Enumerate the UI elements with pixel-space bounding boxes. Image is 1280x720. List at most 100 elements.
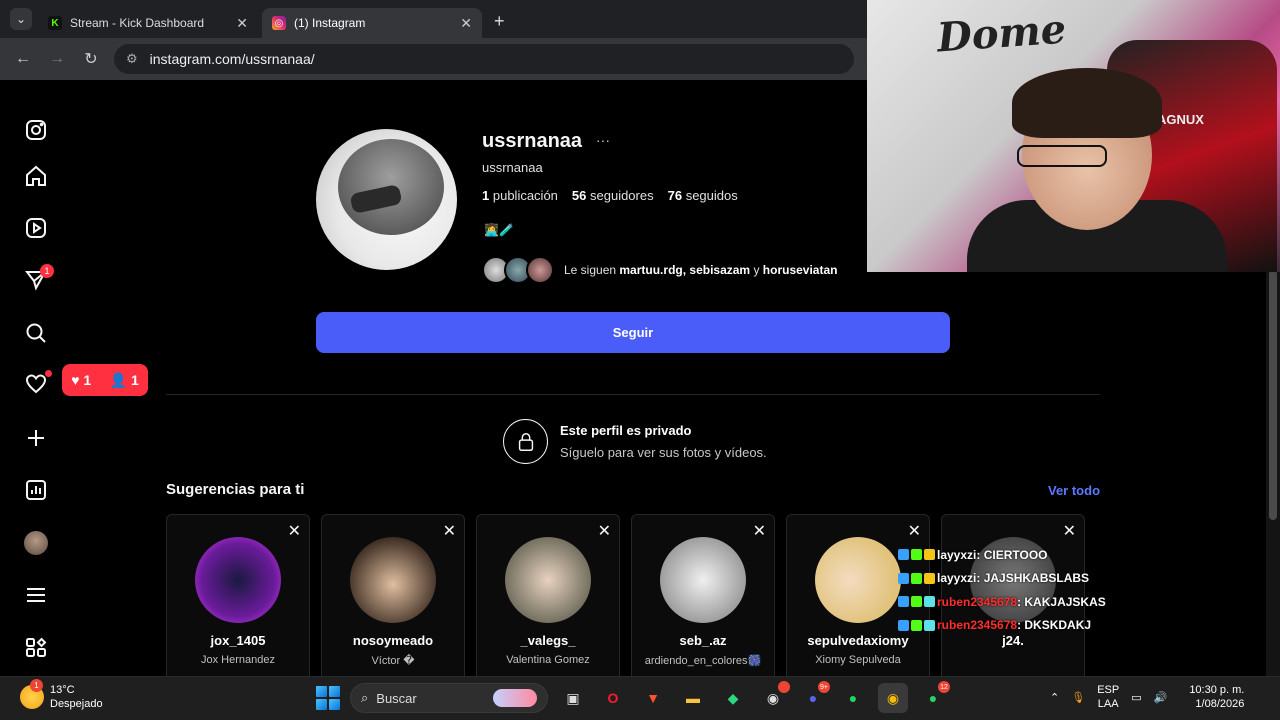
windows-taskbar: 1 13°C Despejado ⌕ Buscar ▣ O ▼ ▬ ◆ ◉ ● 9+… — [0, 676, 1280, 720]
profile-picture[interactable] — [316, 129, 457, 270]
messages-icon[interactable]: 1 — [22, 264, 54, 294]
taskbar-apps: ⌕ Buscar ▣ O ▼ ▬ ◆ ◉ ● 9+ ● ◉ ● 12 — [316, 681, 950, 713]
suggestion-fullname: ardiendo_en_colores🎆 — [644, 655, 762, 667]
microphone-icon[interactable]: 🎙 — [1071, 691, 1085, 704]
dismiss-icon[interactable]: ✕ — [1063, 521, 1076, 541]
clock[interactable]: 10:30 p. m. 1/08/2026 — [1189, 683, 1244, 711]
obs-icon[interactable]: ◉ — [758, 681, 790, 713]
likes-count: ♥ 1 — [71, 372, 92, 388]
chevron-up-icon[interactable]: ⌃ — [1050, 691, 1059, 704]
suggestion-card[interactable]: ✕ _valegs_ Valentina Gomez — [476, 514, 620, 676]
language-indicator[interactable]: ESP LAA — [1097, 683, 1119, 711]
more-options-icon[interactable]: ··· — [596, 132, 610, 148]
dismiss-icon[interactable]: ✕ — [753, 521, 766, 541]
followed-by[interactable]: Le siguen martuu.rdg, sebisazam y horuse… — [482, 256, 837, 284]
suggestion-fullname: Víctor � — [371, 655, 415, 667]
chat-username: ruben2345678 — [937, 594, 1018, 609]
home-icon[interactable] — [22, 162, 50, 190]
chat-message: ruben2345678 : DKSKDAKJ — [898, 614, 1106, 638]
dismiss-icon[interactable]: ✕ — [288, 521, 301, 541]
posts-stat: 1 publicación — [482, 188, 558, 203]
followers-stat[interactable]: 56 seguidores — [572, 188, 654, 203]
file-explorer-icon[interactable]: ▬ — [678, 683, 708, 713]
search-icon[interactable] — [22, 319, 50, 347]
divider — [166, 394, 1100, 395]
follow-button[interactable]: Seguir — [316, 312, 950, 353]
discord-badge: 9+ — [818, 681, 830, 693]
chat-text: : JAJSHKABSLABS — [976, 571, 1090, 586]
close-tab-icon[interactable]: ✕ — [460, 15, 472, 32]
dismiss-icon[interactable]: ✕ — [908, 521, 921, 541]
chat-message: layyxzi : JAJSHKABSLABS — [898, 567, 1106, 591]
whatsapp-icon[interactable]: ● 12 — [918, 681, 950, 713]
create-plus-icon[interactable] — [22, 424, 50, 452]
taskbar-search[interactable]: ⌕ Buscar — [350, 683, 548, 713]
badge-icon — [898, 572, 909, 584]
profile-username: ussrnanaa — [482, 130, 583, 152]
forward-arrow-icon[interactable]: → — [40, 50, 74, 68]
suggestion-avatar — [660, 537, 746, 623]
tab-kick-dashboard[interactable]: K Stream - Kick Dashboard ✕ — [38, 8, 258, 38]
profile-avatar[interactable] — [22, 529, 50, 557]
brave-icon[interactable]: ▼ — [638, 683, 668, 713]
scrollbar-thumb[interactable] — [1269, 270, 1277, 520]
url-bar[interactable]: ⚙ instagram.com/ussrnanaa/ — [114, 44, 854, 74]
suggestion-card[interactable]: ✕ seb_.az ardiendo_en_colores🎆 — [631, 514, 775, 676]
see-all-link[interactable]: Ver todo — [1048, 483, 1100, 498]
network-icon[interactable]: ▭ — [1131, 691, 1141, 704]
badge-icon — [924, 619, 935, 631]
volume-icon[interactable]: 🔊 — [1154, 691, 1168, 704]
tab-title: (1) Instagram — [294, 16, 366, 30]
chat-text: : CIERTOOO — [976, 547, 1048, 562]
task-view-icon[interactable]: ▣ — [558, 683, 588, 713]
sun-icon: 1 — [20, 679, 44, 709]
badge-icon — [898, 596, 909, 608]
chrome-icon[interactable]: ◉ — [878, 683, 908, 713]
instagram-logo-icon[interactable] — [22, 116, 50, 144]
badge-icon — [911, 549, 922, 561]
dismiss-icon[interactable]: ✕ — [443, 521, 456, 541]
suggestion-username: _valegs_ — [520, 633, 576, 648]
suggestion-username: sepulvedaxiomy — [807, 633, 909, 648]
suggestion-username: nosoymeado — [352, 633, 434, 648]
suggestion-fullname: Xiomy Sepulveda — [815, 654, 901, 666]
suggestions-title: Sugerencias para ti — [166, 481, 305, 498]
temperature: 13°C — [50, 684, 75, 696]
chat-username: layyxzi — [937, 571, 977, 586]
menu-icon[interactable] — [22, 581, 50, 609]
back-arrow-icon[interactable]: ← — [6, 50, 40, 68]
badge-icon — [911, 619, 922, 631]
windows-start-icon[interactable] — [316, 686, 340, 710]
discord-icon[interactable]: ● 9+ — [798, 681, 830, 713]
opera-icon[interactable]: O — [598, 683, 628, 713]
app-icon[interactable]: ◆ — [718, 683, 748, 713]
suggestion-username: seb_.az — [679, 633, 727, 648]
weather-badge: 1 — [30, 679, 43, 692]
following-stat[interactable]: 76 seguidos — [668, 188, 738, 203]
suggestion-card[interactable]: ✕ jox_1405 Jox Hernandez — [166, 514, 310, 676]
lock-icon — [503, 419, 548, 464]
notifications-popup[interactable]: ♥ 1 👤 1 — [62, 364, 148, 396]
tab-search-button[interactable]: ⌄ — [10, 8, 32, 30]
profile-bio: 👩‍💻🧪 — [484, 223, 514, 237]
site-settings-icon[interactable]: ⚙ — [126, 51, 138, 67]
close-tab-icon[interactable]: ✕ — [236, 15, 248, 32]
private-subtitle: Síguelo para ver sus fotos y vídeos. — [560, 445, 767, 460]
tab-instagram[interactable]: ◎ (1) Instagram ✕ — [262, 8, 482, 38]
dismiss-icon[interactable]: ✕ — [598, 521, 611, 541]
notifications-heart-icon[interactable] — [22, 370, 52, 398]
crown-icon — [924, 549, 935, 561]
reels-icon[interactable] — [22, 214, 50, 242]
suggestion-avatar — [505, 537, 591, 623]
messages-badge: 1 — [40, 264, 54, 278]
reload-icon[interactable]: ↻ — [74, 49, 108, 69]
new-tab-button[interactable]: + — [494, 11, 505, 32]
spotify-icon[interactable]: ● — [838, 683, 868, 713]
follows-count: 👤 1 — [109, 371, 139, 388]
also-from-meta-icon[interactable] — [22, 634, 50, 662]
dashboard-icon[interactable] — [22, 476, 50, 504]
suggestion-card[interactable]: ✕ nosoymeado Víctor � — [321, 514, 465, 676]
suggestion-avatar — [195, 537, 281, 623]
badge-icon — [911, 596, 922, 608]
weather-widget[interactable]: 1 13°C Despejado — [20, 679, 103, 711]
